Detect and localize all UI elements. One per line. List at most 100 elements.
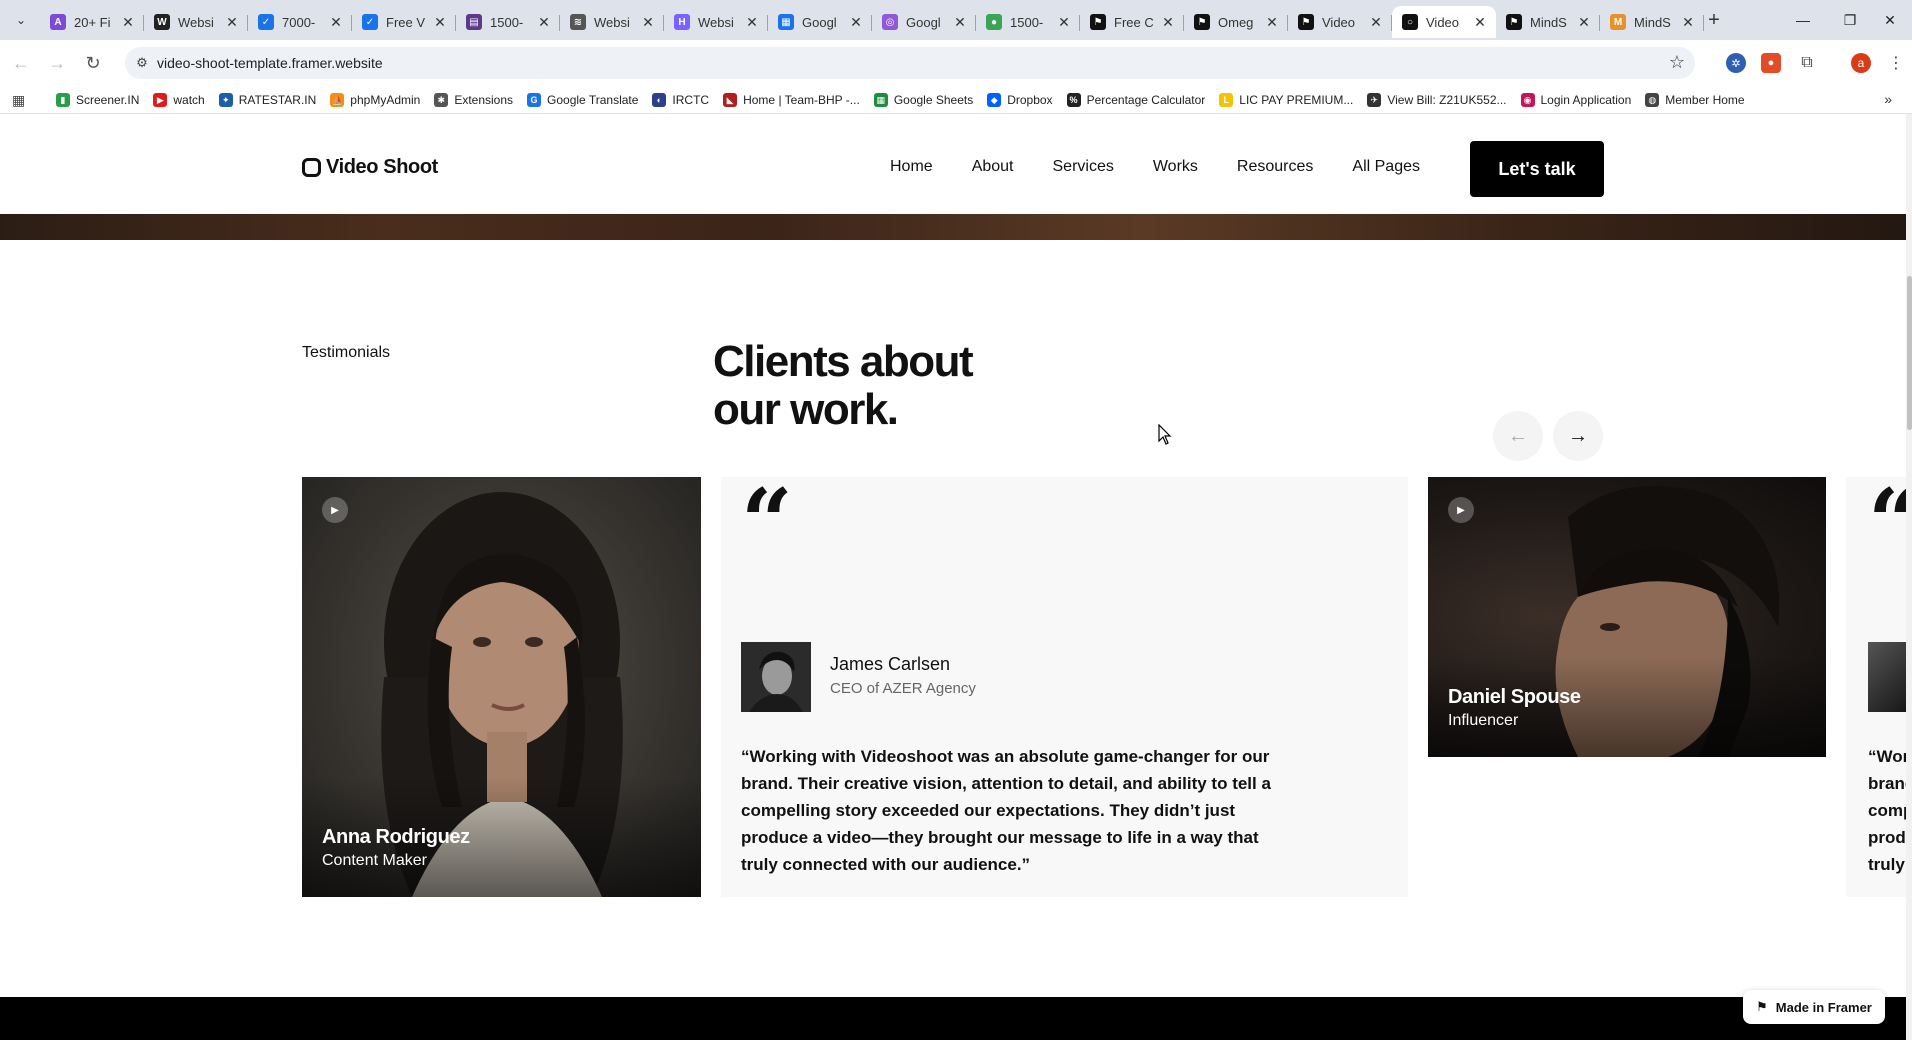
more-bookmarks-icon[interactable]: » [1884, 91, 1892, 107]
bookmark-item[interactable]: ⛵ phpMyAdmin [330, 90, 420, 110]
browser-menu-icon[interactable]: ⋮ [1886, 53, 1906, 73]
minimize-button[interactable]: — [1783, 6, 1823, 34]
browser-tab[interactable]: ◎ Googl ✕ [872, 6, 976, 38]
close-window-button[interactable]: ✕ [1870, 6, 1910, 34]
browser-tab[interactable]: ▦ Googl ✕ [768, 6, 872, 38]
nav-services[interactable]: Services [1053, 158, 1114, 176]
bookmark-item[interactable]: ◆ Dropbox [987, 90, 1053, 110]
tab-close-icon[interactable]: ✕ [1056, 14, 1072, 31]
nav-resources[interactable]: Resources [1237, 158, 1313, 176]
tab-close-icon[interactable]: ✕ [848, 14, 864, 31]
nav-about[interactable]: About [972, 158, 1014, 176]
tab-favicon-icon: W [154, 14, 170, 30]
tab-close-icon[interactable]: ✕ [952, 14, 968, 31]
tab-close-icon[interactable]: ✕ [1160, 14, 1176, 31]
bookmark-label: LIC PAY PREMIUM... [1239, 93, 1354, 107]
bookmark-star-icon[interactable]: ☆ [1669, 52, 1685, 73]
testimonial-video-card-anna[interactable]: ▶ Anna Rodriguez Content Maker [302, 477, 701, 897]
tab-close-icon[interactable]: ✕ [1576, 14, 1592, 31]
testimonial-quote: “Working with Videoshoot was an absolute… [741, 747, 1271, 874]
browser-tab[interactable]: ✓ Free V ✕ [352, 6, 456, 38]
bookmark-item[interactable]: ◍ Member Home [1645, 90, 1745, 110]
extension-globe-icon[interactable]: ✲ [1726, 53, 1746, 73]
tab-close-icon[interactable]: ✕ [120, 14, 136, 31]
browser-tab[interactable]: ≋ Websi ✕ [560, 6, 664, 38]
lets-talk-button[interactable]: Let's talk [1470, 141, 1604, 197]
bookmark-item[interactable]: G Google Translate [527, 90, 638, 110]
site-logo[interactable]: Video Shoot [302, 156, 438, 179]
tab-title: 1500- [1010, 14, 1044, 30]
logo-mark-icon [302, 158, 321, 177]
browser-tab[interactable]: ⚑ Video ✕ [1288, 6, 1392, 38]
tab-search-chevron-icon[interactable]: ⌄ [10, 9, 32, 31]
browser-tab[interactable]: W Websi ✕ [144, 6, 248, 38]
bookmark-item[interactable]: ▶ watch [153, 90, 205, 110]
testimonial-video-card-daniel[interactable]: ▶ Daniel Spouse Influencer [1428, 477, 1826, 757]
site-info-icon[interactable]: ⚙ [133, 54, 151, 72]
bookmark-item[interactable]: ▮ Screener.IN [56, 90, 139, 110]
forward-arrow-icon[interactable]: → [45, 51, 69, 75]
new-tab-button[interactable]: + [1702, 8, 1726, 32]
tab-favicon-icon: M [1610, 14, 1626, 30]
browser-tab[interactable]: ✓ 7000- ✕ [248, 6, 352, 38]
nav-all-pages[interactable]: All Pages [1352, 158, 1420, 176]
bookmark-item[interactable]: ▦ Google Sheets [873, 90, 973, 110]
tab-close-icon[interactable]: ✕ [328, 14, 344, 31]
bookmark-list: ▮ Screener.IN ▶ watch ✦ RATESTAR.IN ⛵ phpMyAdmi… [56, 90, 1759, 110]
tab-close-icon[interactable]: ✕ [1472, 14, 1488, 31]
tab-title: Free C [1114, 14, 1154, 30]
tab-close-icon[interactable]: ✕ [744, 14, 760, 31]
browser-tab[interactable]: ⚑ Omeg ✕ [1184, 6, 1288, 38]
bookmark-item[interactable]: % Percentage Calculator [1066, 90, 1205, 110]
browser-tab[interactable]: M MindS ✕ [1600, 6, 1704, 38]
bookmarks-bar: ▦ ▮ Screener.IN ▶ watch ✦ RATESTAR.IN ⛵ phpMyAd… [0, 86, 1912, 114]
browser-tab[interactable]: ▤ 1500- ✕ [456, 6, 560, 38]
address-bar[interactable]: ⚙ video-shoot-template.framer.website ☆ [125, 47, 1695, 79]
bookmark-item[interactable]: ✦ RATESTAR.IN [218, 90, 316, 110]
tab-close-icon[interactable]: ✕ [1680, 14, 1696, 31]
back-arrow-icon[interactable]: ← [9, 51, 33, 75]
tab-close-icon[interactable]: ✕ [432, 14, 448, 31]
browser-tab[interactable]: ○ Video ✕ [1392, 6, 1496, 38]
profile-avatar[interactable]: a [1851, 53, 1871, 73]
apps-grid-icon[interactable]: ▦ [12, 92, 25, 109]
avatar [1868, 642, 1906, 712]
bookmark-item[interactable]: ✱ Extensions [434, 90, 513, 110]
play-icon[interactable]: ▶ [322, 497, 348, 523]
url-text[interactable]: video-shoot-template.framer.website [157, 55, 383, 71]
made-in-framer-badge[interactable]: ⚑ Made in Framer [1743, 990, 1885, 1024]
carousel-prev-arrow-icon[interactable]: ← [1493, 411, 1543, 461]
play-icon[interactable]: ▶ [1448, 497, 1474, 523]
reload-icon[interactable]: ↻ [81, 51, 105, 75]
browser-tab[interactable]: A 20+ Fi ✕ [40, 6, 144, 38]
bookmark-item[interactable]: ✈ View Bill: Z21UK552... [1367, 90, 1507, 110]
nav-works[interactable]: Works [1153, 158, 1198, 176]
tab-title: Omeg [1218, 14, 1254, 30]
scrollbar-thumb[interactable] [1907, 276, 1912, 430]
bookmark-favicon-icon: L [1219, 93, 1234, 107]
bookmark-item[interactable]: ◐ IRCTC [652, 90, 709, 110]
bookmark-item[interactable]: ◣ Home | Team-BHP -... [723, 90, 860, 110]
extensions-puzzle-icon[interactable]: ⧉ [1797, 53, 1817, 73]
bookmark-item[interactable]: ◉ Login Application [1520, 90, 1631, 110]
restore-button[interactable]: ❐ [1830, 6, 1870, 34]
extension-shield-icon[interactable]: ● [1761, 53, 1781, 73]
quote-line: produ [1868, 828, 1906, 847]
author-name: James Carlsen [830, 654, 951, 674]
page-scrollbar[interactable] [1906, 114, 1912, 1040]
tab-close-icon[interactable]: ✕ [536, 14, 552, 31]
carousel-next-arrow-icon[interactable]: → [1553, 411, 1603, 461]
browser-tab[interactable]: ● 1500- ✕ [976, 6, 1080, 38]
tab-favicon-icon: H [674, 14, 690, 30]
nav-home[interactable]: Home [890, 158, 933, 176]
tab-close-icon[interactable]: ✕ [224, 14, 240, 31]
card-name: Anna Rodriguez [322, 826, 470, 848]
browser-tab[interactable]: ⚑ MindS ✕ [1496, 6, 1600, 38]
browser-tab[interactable]: H Websi ✕ [664, 6, 768, 38]
tab-favicon-icon: ✓ [258, 14, 274, 30]
browser-tab[interactable]: ⚑ Free C ✕ [1080, 6, 1184, 38]
bookmark-item[interactable]: L LIC PAY PREMIUM... [1219, 90, 1353, 110]
tab-close-icon[interactable]: ✕ [640, 14, 656, 31]
tab-close-icon[interactable]: ✕ [1368, 14, 1384, 31]
tab-close-icon[interactable]: ✕ [1264, 14, 1280, 31]
